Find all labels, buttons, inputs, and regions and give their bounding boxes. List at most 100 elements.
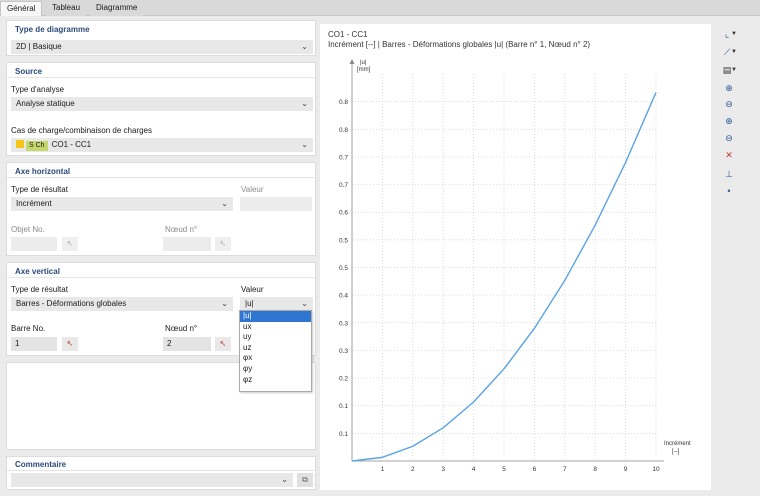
v-result-type-label: Type de résultat xyxy=(11,285,68,294)
y-tick-label: 0.8 xyxy=(339,127,348,134)
y-tick-label: 0.2 xyxy=(339,376,348,383)
dropdown-option[interactable]: |u| xyxy=(240,311,311,322)
x-axis-label: Incrément xyxy=(664,441,691,447)
comment-input[interactable]: ⌄ xyxy=(11,473,293,487)
h-node-label: Nœud n° xyxy=(165,225,198,234)
h-node-field xyxy=(163,237,211,251)
source-title: Source xyxy=(15,67,43,76)
member-pick-icon[interactable]: ↖ xyxy=(62,337,78,351)
diagram-type-value: 2D | Basique xyxy=(16,42,62,51)
divider xyxy=(7,470,315,471)
x-tick-label: 4 xyxy=(472,466,476,473)
print-icon[interactable]: ▤ ▼ xyxy=(716,63,738,77)
tab-general[interactable]: Général xyxy=(0,1,43,16)
copy-icon[interactable]: ⧉ xyxy=(297,473,313,487)
analysis-type-value: Analyse statique xyxy=(16,99,75,108)
chart-panel: CO1 - CC1 Incrément [--] | Barres - Défo… xyxy=(320,24,711,490)
y-axis-label: |u| xyxy=(360,60,367,66)
dropdown-option[interactable]: φx xyxy=(240,353,311,364)
y-tick-label: 0.1 xyxy=(339,431,348,438)
dropdown-option[interactable]: φy xyxy=(240,364,311,375)
chevron-down-icon: ⌄ xyxy=(281,475,288,484)
x-tick-label: 5 xyxy=(502,466,506,473)
chevron-down-icon: ⌄ xyxy=(221,199,228,208)
y-tick-label: 0.7 xyxy=(339,182,348,189)
y-tick-label: 0.8 xyxy=(339,99,348,106)
v-result-type-value: Barres - Déformations globales xyxy=(16,299,127,308)
zoom-out-icon[interactable]: ⊖ xyxy=(718,97,740,111)
chevron-down-icon: ⌄ xyxy=(301,140,308,149)
h-value-field xyxy=(240,197,312,211)
x-tick-label: 8 xyxy=(593,466,597,473)
y-tick-label: 0.1 xyxy=(339,403,348,410)
chevron-down-icon: ⌄ xyxy=(301,42,308,51)
chevron-down-icon: ⌄ xyxy=(301,99,308,108)
load-case-select[interactable]: S Ch CO1 - CC1 ⌄ xyxy=(11,138,313,152)
analysis-type-select[interactable]: Analyse statique ⌄ xyxy=(11,97,313,111)
v-value-current: |u| xyxy=(245,299,254,308)
line-style-icon[interactable]: ⟋ ▼ xyxy=(716,45,738,59)
comment-panel: Commentaire ⌄ ⧉ xyxy=(6,456,316,490)
y-tick-label: 0.3 xyxy=(339,320,348,327)
x-tick-label: 3 xyxy=(441,466,445,473)
diagram-type-title: Type de diagramme xyxy=(15,25,90,34)
load-case-value: CO1 - CC1 xyxy=(51,140,92,149)
member-no-label: Barre No. xyxy=(11,324,46,333)
y-tick-label: 0.6 xyxy=(339,210,348,217)
axis-settings-icon[interactable]: ⌞ ▼ xyxy=(716,27,738,41)
tab-diagram[interactable]: Diagramme xyxy=(90,1,144,16)
dropdown-option[interactable]: ux xyxy=(240,322,311,333)
divider xyxy=(7,277,315,278)
load-case-label: Cas de charge/combinaison de charges xyxy=(11,126,152,135)
horizontal-axis-panel: Axe horizontal Type de résultat Valeur I… xyxy=(6,162,316,256)
y-axis-unit: [mm] xyxy=(357,67,371,73)
h-value-label: Valeur xyxy=(241,185,264,194)
member-no-field[interactable]: 1 xyxy=(11,337,57,351)
y-tick-label: 0.3 xyxy=(339,348,348,355)
diagram-type-select[interactable]: 2D | Basique ⌄ xyxy=(11,40,313,54)
vertical-axis-title: Axe vertical xyxy=(15,267,60,276)
h-object-field xyxy=(11,237,57,251)
comment-title: Commentaire xyxy=(15,460,67,469)
h-node-pick-icon: ↖ xyxy=(215,237,231,251)
x-tick-label: 7 xyxy=(563,466,567,473)
h-result-type-select[interactable]: Incrément ⌄ xyxy=(11,197,233,211)
zoom-fit-icon[interactable]: ⊖ xyxy=(718,131,740,145)
chart-plot: 0.1 0.1 0.2 0.3 0.3 0.4 0.5 0.5 0.6 0.7 0.7 0.8 0.8 1… xyxy=(339,59,691,473)
y-tick-label: 0.5 xyxy=(339,265,348,272)
h-result-type-value: Incrément xyxy=(16,199,52,208)
v-value-select[interactable]: |u| ⌄ xyxy=(240,297,313,311)
value-dropdown-list: |u| ux uy uz φx φy φz xyxy=(239,310,312,392)
zoom-window-icon[interactable]: ⊕ xyxy=(718,114,740,128)
chevron-down-icon: ⌄ xyxy=(301,299,308,308)
node-pick-icon[interactable]: ↖ xyxy=(215,337,231,351)
v-result-type-select[interactable]: Barres - Déformations globales ⌄ xyxy=(11,297,233,311)
y-tick-label: 0.4 xyxy=(339,293,348,300)
tab-table[interactable]: Tableau xyxy=(46,1,87,16)
reset-zoom-icon[interactable]: ✕ xyxy=(718,148,740,162)
divider xyxy=(7,77,315,78)
dropdown-option[interactable]: uy xyxy=(240,332,311,343)
dropdown-option[interactable]: φz xyxy=(240,375,311,386)
point-icon[interactable]: • xyxy=(718,184,740,198)
x-tick-label: 10 xyxy=(652,466,660,473)
load-case-swatch xyxy=(16,140,24,148)
h-object-label: Objet No. xyxy=(11,225,45,234)
dropdown-option[interactable]: uz xyxy=(240,343,311,354)
analysis-type-label: Type d'analyse xyxy=(11,85,65,94)
x-tick-label: 1 xyxy=(381,466,385,473)
x-tick-label: 6 xyxy=(533,466,537,473)
diagram-type-panel: Type de diagramme 2D | Basique ⌄ xyxy=(6,20,316,56)
v-value-label: Valeur xyxy=(241,285,264,294)
zoom-in-icon[interactable]: ⊕ xyxy=(718,81,740,95)
h-result-type-label: Type de résultat xyxy=(11,185,68,194)
x-tick-label: 9 xyxy=(624,466,628,473)
axis-origin-icon[interactable]: ⊥ xyxy=(718,167,740,181)
y-tick-label: 0.7 xyxy=(339,154,348,161)
source-panel: Source Type d'analyse Analyse statique ⌄… xyxy=(6,62,316,156)
chevron-down-icon: ⌄ xyxy=(221,299,228,308)
x-axis-unit: [--] xyxy=(672,449,680,455)
horizontal-axis-title: Axe horizontal xyxy=(15,167,71,176)
v-node-field[interactable]: 2 xyxy=(163,337,211,351)
h-object-pick-icon: ↖ xyxy=(62,237,78,251)
